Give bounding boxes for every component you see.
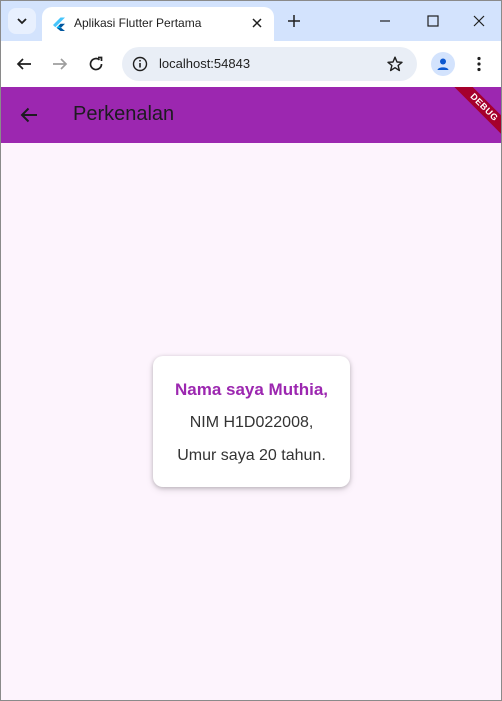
app-back-button[interactable] <box>17 103 41 127</box>
browser-toolbar: localhost:54843 <box>1 41 501 87</box>
card-age-text: Umur saya 20 tahun. <box>177 447 326 464</box>
url-text: localhost:54843 <box>159 56 251 71</box>
tab-strip: Aplikasi Flutter Pertama <box>1 1 501 41</box>
minimize-icon <box>380 20 390 22</box>
card-name-text: Nama saya Muthia, <box>174 380 329 399</box>
reload-button[interactable] <box>84 52 108 76</box>
flutter-icon <box>53 17 65 31</box>
forward-button[interactable] <box>48 52 72 76</box>
back-icon <box>16 58 31 70</box>
debug-banner: DEBUG <box>441 87 501 147</box>
browser-menu-button[interactable] <box>469 52 489 76</box>
page-title: Perkenalan <box>73 103 175 125</box>
card-nim-text: NIM H1D022008, <box>189 414 314 431</box>
app-bar: Perkenalan DEBUG <box>1 87 501 144</box>
window-close-icon <box>473 15 485 27</box>
star-icon <box>387 56 403 72</box>
arrow-back-icon <box>20 107 37 123</box>
intro-card: Nama saya Muthia, NIM H1D022008, Umur sa… <box>153 356 350 487</box>
browser-window: Aplikasi Flutter Pertama localhost:54843… <box>0 0 502 701</box>
info-icon <box>132 56 148 72</box>
close-icon <box>252 18 262 28</box>
forward-icon <box>53 58 68 70</box>
tab-close-button[interactable] <box>248 14 266 32</box>
window-close-button[interactable] <box>467 9 491 33</box>
bookmark-button[interactable] <box>385 54 405 74</box>
profile-icon <box>437 58 449 70</box>
maximize-button[interactable] <box>421 9 445 33</box>
tab-search-button[interactable] <box>8 8 36 34</box>
debug-ribbon-label: DEBUG <box>447 87 501 144</box>
minimize-button[interactable] <box>373 9 397 33</box>
new-tab-button[interactable] <box>284 11 304 31</box>
app-body: Nama saya Muthia, NIM H1D022008, Umur sa… <box>1 143 501 700</box>
reload-icon <box>89 56 103 71</box>
back-button[interactable] <box>12 52 36 76</box>
active-tab[interactable]: Aplikasi Flutter Pertama <box>42 7 274 41</box>
chevron-down-icon <box>17 18 27 25</box>
tab-title: Aplikasi Flutter Pertama <box>74 16 202 30</box>
profile-button[interactable] <box>431 52 455 76</box>
plus-icon <box>288 15 300 27</box>
address-bar[interactable]: localhost:54843 <box>122 47 417 81</box>
maximize-icon <box>427 15 439 27</box>
kebab-menu-icon <box>477 56 481 72</box>
site-info-button[interactable] <box>130 54 150 74</box>
